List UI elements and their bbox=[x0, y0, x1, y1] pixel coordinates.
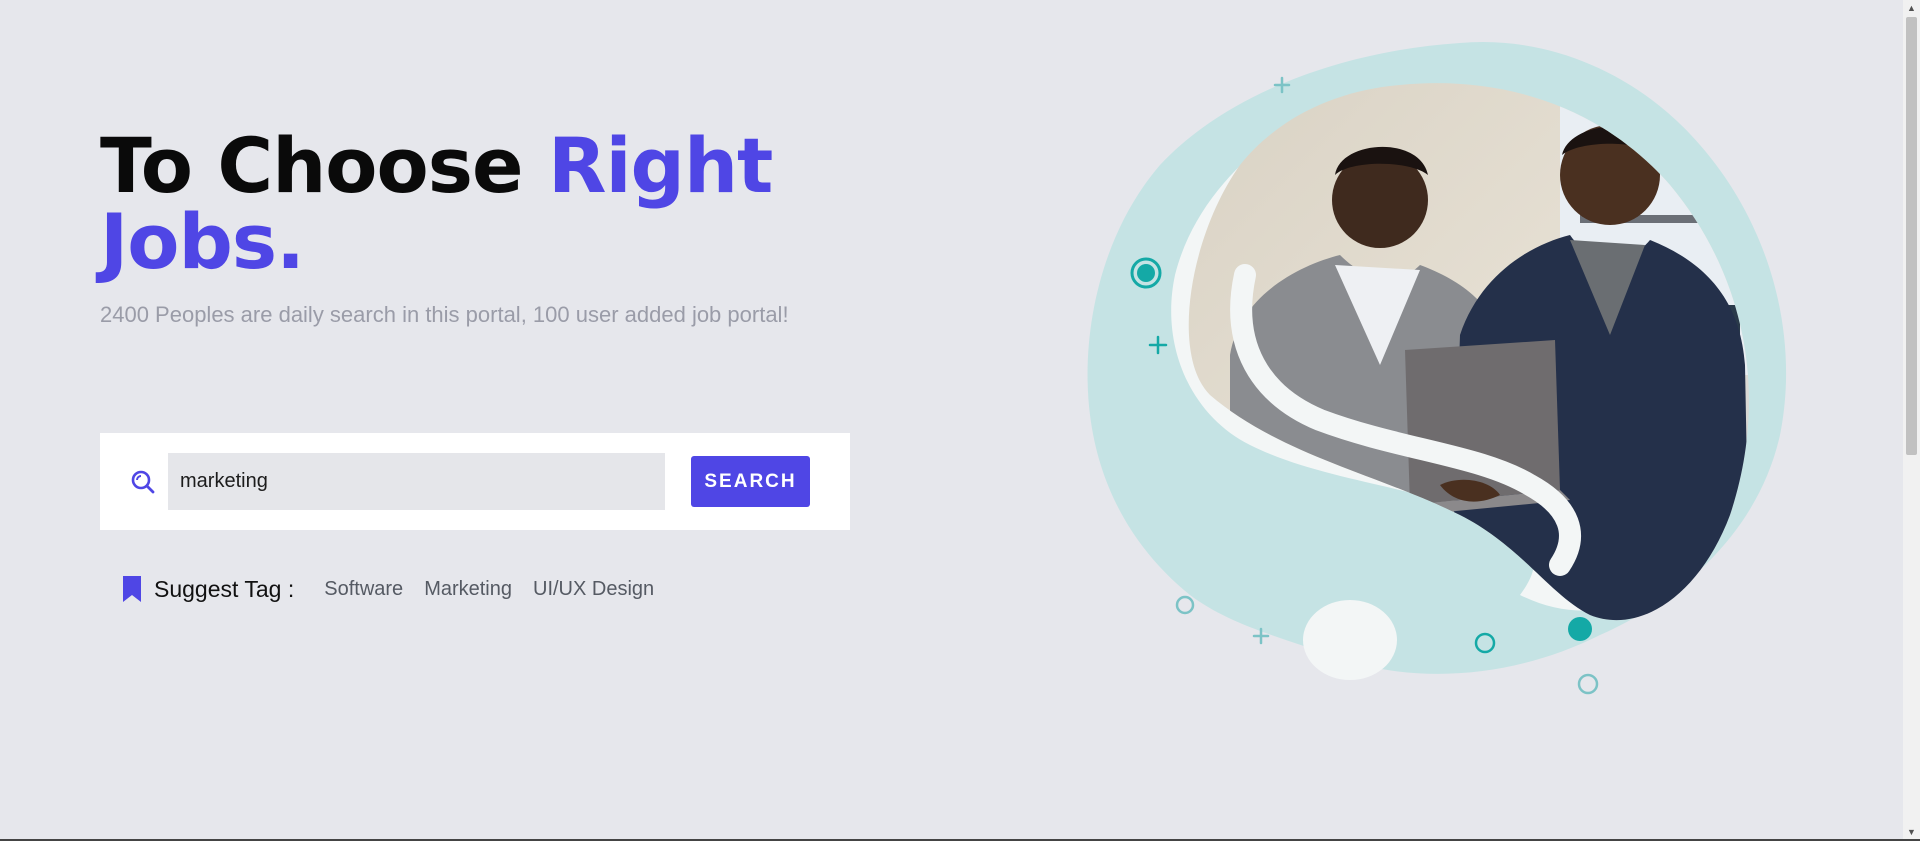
hero-title: To Choose Right Jobs. bbox=[100, 128, 773, 280]
tag-software[interactable]: Software bbox=[324, 578, 403, 601]
tag-marketing[interactable]: Marketing bbox=[424, 578, 512, 601]
scroll-up-icon[interactable]: ▲ bbox=[1903, 0, 1920, 17]
hero-illustration bbox=[1087, 41, 1787, 695]
search-icon bbox=[131, 470, 155, 494]
search-button[interactable]: SEARCH bbox=[691, 456, 810, 507]
tag-uiux-design[interactable]: UI/UX Design bbox=[533, 578, 654, 601]
bookmark-icon bbox=[123, 576, 141, 602]
suggest-tags: Suggest Tag : Software Marketing UI/UX D… bbox=[122, 573, 675, 605]
suggest-tag-label: Suggest Tag : bbox=[154, 575, 295, 602]
hero-title-highlight: Right bbox=[547, 121, 773, 210]
search-card: SEARCH bbox=[100, 433, 850, 530]
search-input[interactable] bbox=[168, 453, 665, 510]
hero-title-line2: Jobs. bbox=[100, 197, 305, 286]
hero-subtitle: 2400 Peoples are daily search in this po… bbox=[100, 302, 789, 327]
scroll-thumb[interactable] bbox=[1906, 17, 1917, 455]
white-blob bbox=[1303, 600, 1397, 680]
vertical-scrollbar[interactable]: ▲ ▼ bbox=[1903, 0, 1920, 841]
